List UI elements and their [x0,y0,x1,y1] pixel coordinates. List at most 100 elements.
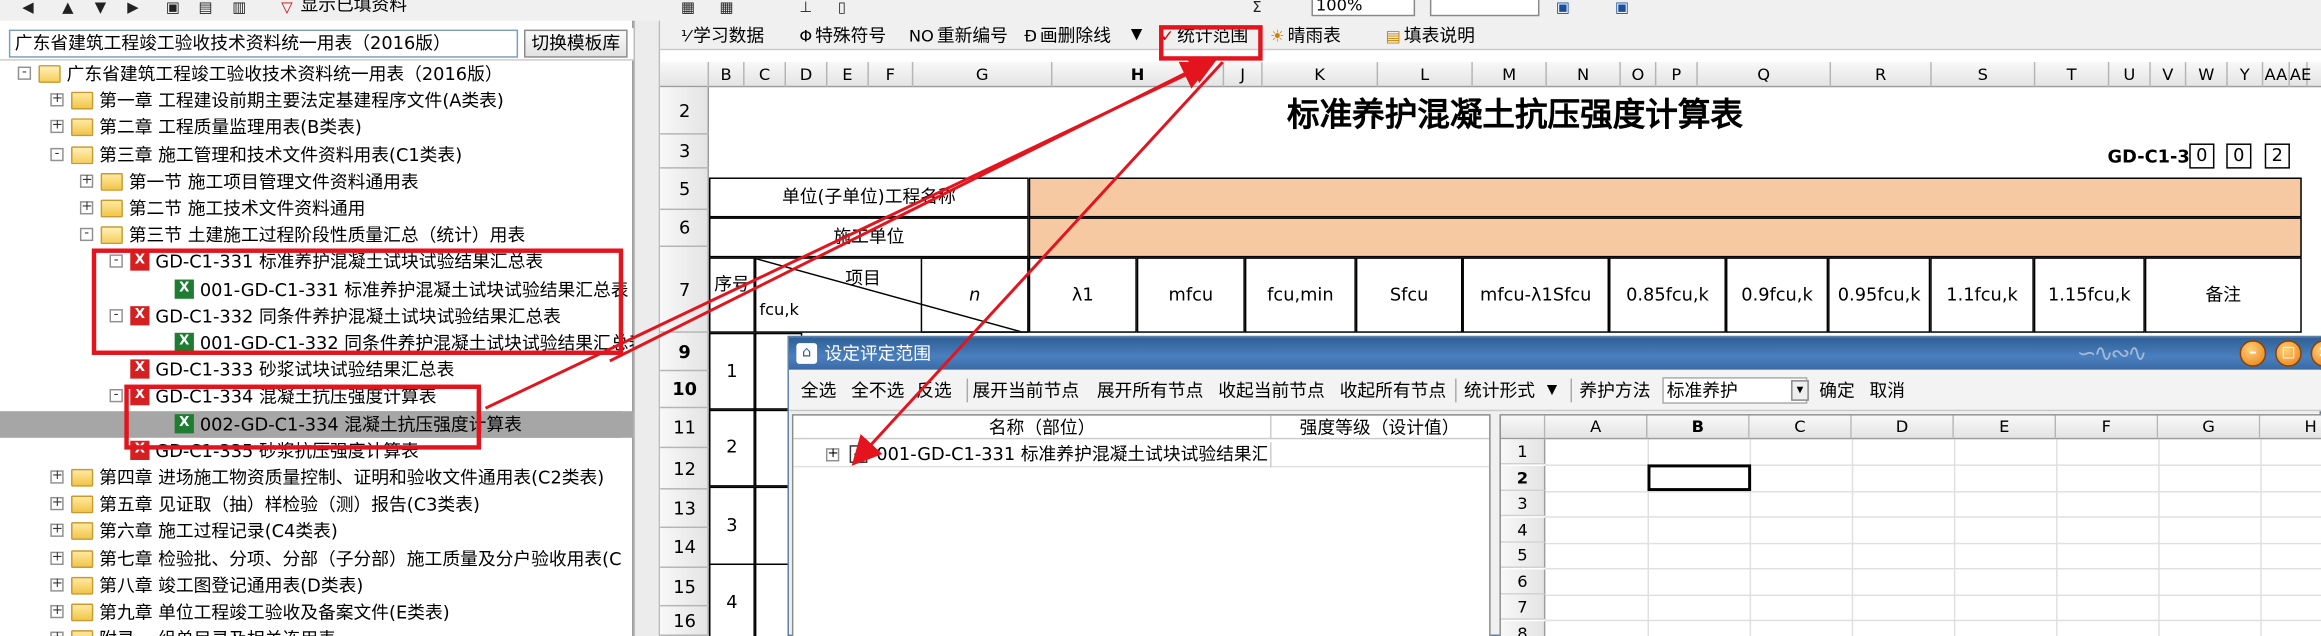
tool-icon[interactable]: ⊥ [799,1,815,16]
dialog-toolbar-button[interactable]: 取消 [1870,379,1906,403]
calc-column-header[interactable]: mfcu [1136,257,1245,333]
tree-item[interactable]: X 001-GD-C1-331 标准养护混凝土试块试验结果汇总表 [0,276,634,303]
expand-icon[interactable]: + [50,631,64,636]
grid-row-header[interactable]: 1 [1500,439,1546,465]
border-icon[interactable]: ▣ [1556,1,1572,16]
grid-column-header[interactable]: B [1647,415,1750,440]
copy-icon[interactable]: ▤ [198,1,214,16]
expand-icon[interactable]: + [50,577,64,592]
tree-item[interactable]: + 附录 一组单目录及相关连用表 [0,626,634,636]
collapse-icon[interactable]: - [109,254,123,269]
column-header[interactable]: R [1831,62,1932,88]
construction-unit-value[interactable] [1028,217,2302,258]
row-header[interactable]: 3 [660,135,710,169]
dialog-toolbar-button[interactable]: 确定 [1819,379,1855,403]
grid-corner[interactable] [1500,415,1546,440]
column-header[interactable]: J [1224,62,1263,88]
grid-column-header[interactable]: C [1749,415,1852,440]
tree-item[interactable]: X 002-GD-C1-334 混凝土抗压强度计算表 [0,410,634,438]
grid-row-header[interactable]: 7 [1500,594,1546,620]
row-number-cell[interactable]: 1 [709,332,755,412]
tree-item[interactable]: + 第四章 进场施工物资质量控制、证明和验收文件通用表(C2类表) [0,464,634,491]
collapse-icon[interactable]: - [109,308,123,323]
calc-column-header[interactable]: n [920,257,1029,333]
sum-icon[interactable]: Σ [1252,1,1268,16]
column-header[interactable]: D [786,62,828,88]
name-column-header[interactable]: 名称（部位） [989,416,1096,440]
tool-icon[interactable]: ▯ [838,1,854,16]
row-header[interactable]: 9 [660,333,710,372]
template-search-input[interactable]: 广东省建筑工程竣工验收技术资料统一用表（2016版） [8,29,519,58]
show-filled-label[interactable]: 显示已填资料 [300,0,407,15]
dialog-toolbar-button[interactable]: 全不选 [851,379,904,403]
dialog-toolbar-button[interactable]: 统计形式 [1464,379,1535,403]
row-number-cell[interactable]: 3 [709,486,755,566]
grid-row-header[interactable]: 4 [1500,516,1546,543]
line-style-select[interactable] [1429,0,1540,17]
tree-item[interactable]: - X GD-C1-332 同条件养护混凝土试块试验结果汇总表 [0,303,634,330]
column-header[interactable]: L [1378,62,1473,88]
arrow-down-icon[interactable]: ▼ [95,1,111,16]
grid-row-header[interactable]: 8 [1500,620,1546,636]
filter-icon[interactable]: ▽ [281,1,297,16]
tree-item[interactable]: + 第六章 施工过程记录(C4类表) [0,518,634,545]
fill-note-button[interactable]: ▤ 填表说明 [1385,24,1474,48]
dialog-toolbar-button[interactable]: 反选 [916,379,952,403]
maximize-icon[interactable]: □ [2275,340,2302,367]
learn-data-button[interactable]: ⅟ 学习数据 [681,24,764,48]
row-header[interactable]: 12 [660,448,710,490]
column-header[interactable]: G [913,62,1053,88]
row-header[interactable]: 2 [660,87,710,135]
dialog-toolbar-button[interactable]: 养护方法 [1579,379,1650,403]
grid-row-header[interactable]: 3 [1500,491,1546,517]
row-header[interactable]: 10 [660,371,710,409]
calc-column-header[interactable]: mfcu-λ1Sfcu [1462,257,1610,333]
expand-icon[interactable]: + [50,120,64,134]
column-header[interactable]: O [1621,62,1657,88]
dialog-titlebar[interactable]: ⌂ 设定评定范围 ∽∿∾∿ – □ × [788,337,2321,370]
dialog-grid[interactable]: ABCDEFGH 12345678 [1499,414,2321,636]
column-header[interactable]: T [2035,62,2110,88]
strikethrough-button[interactable]: Ð 画删除线 [1024,24,1111,48]
switch-template-button[interactable]: 切换模板库 [524,29,628,58]
grid-column-header[interactable]: H [2260,415,2321,440]
column-header[interactable]: Y [2228,62,2264,88]
column-header[interactable]: K [1263,62,1379,88]
column-header[interactable]: P [1656,62,1698,88]
row-header[interactable]: 14 [660,528,710,568]
collapse-icon[interactable]: - [50,147,64,161]
code-box[interactable]: 0 [2226,143,2252,169]
expand-icon[interactable]: + [79,200,94,215]
column-header[interactable]: N [1547,62,1621,88]
tree-item[interactable]: - 第三节 土建施工过程阶段性质量汇总（统计）用表 [0,222,634,249]
tree-item[interactable]: + 第二章 工程质量监理用表(B类表) [0,114,634,141]
row-header[interactable]: 6 [660,210,710,248]
tree-item[interactable]: - 第三章 施工管理和技术文件资料用表(C1类表) [0,141,634,168]
column-header[interactable]: S [1932,62,2036,88]
checkbox[interactable]: ✓ [849,445,868,463]
tree-item[interactable]: + 第八章 竣工图登记通用表(D类表) [0,572,634,599]
dropdown-arrow-icon[interactable]: ▼ [1547,379,1557,403]
tree-item[interactable]: - X GD-C1-334 混凝土抗压强度计算表 [0,384,634,411]
calc-column-header[interactable]: 0.95fcu,k [1828,257,1931,333]
column-header[interactable]: M [1473,62,1547,88]
renumber-button[interactable]: NO 重新编号 [909,24,1008,48]
row-header[interactable]: 13 [660,490,710,529]
calc-column-header[interactable]: 0.9fcu,k [1725,257,1829,333]
row-header[interactable]: 7 [660,247,710,333]
calc-column-header[interactable]: λ1 [1028,257,1137,333]
minimize-icon[interactable]: – [2239,340,2267,367]
expand-icon[interactable]: + [50,550,64,565]
column-header[interactable]: E [827,62,869,88]
tree-item[interactable]: X 001-GD-C1-332 同条件养护混凝土试块试验结果汇总表 [0,330,634,357]
column-header[interactable]: AA [2263,62,2290,88]
tree-item[interactable]: - 广东省建筑工程竣工验收技术资料统一用表（2016版） [0,61,634,88]
arrow-up-icon[interactable]: ▲ [62,1,78,16]
tool-icon[interactable]: ▦ [719,1,735,16]
curing-method-select[interactable]: 标准养护 [1662,377,1808,404]
zoom-select[interactable]: 100% [1311,0,1416,17]
tree-item[interactable]: - X GD-C1-331 标准养护混凝土试块试验结果汇总表 [0,249,634,276]
expand-icon[interactable]: + [50,523,64,538]
expand-icon[interactable]: + [79,173,94,188]
grid-column-header[interactable]: E [1953,415,2057,440]
